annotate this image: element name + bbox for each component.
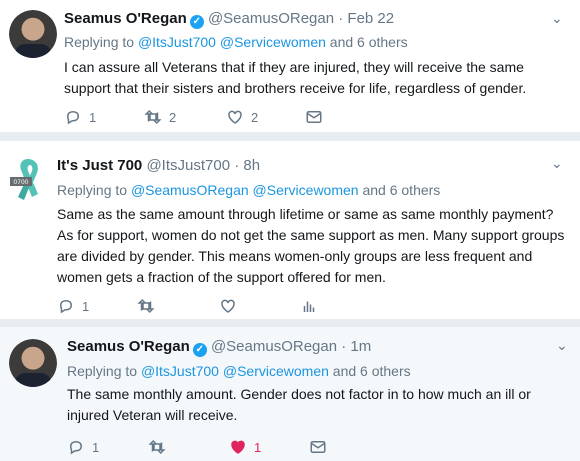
like-button[interactable]: 1 [229,437,261,457]
verified-badge-icon: ✓ [192,343,207,357]
author-name[interactable]: It's Just 700 [57,157,142,174]
mention-link[interactable]: @ItsJust700 [141,363,219,379]
ribbon-icon: 0700 [10,159,38,200]
retweet-icon [144,109,162,125]
author-handle[interactable]: @SeamusORegan · Feb 22 [208,10,394,27]
replying-to: Replying to @ItsJust700 @Servicewomen an… [64,34,408,50]
author-handle[interactable]: @ItsJust700 · 8h [146,157,260,174]
avatar[interactable] [9,10,57,58]
message-icon [306,111,322,123]
like-button[interactable]: 2 [226,107,258,127]
avatar[interactable] [9,339,57,387]
reply-count: 1 [82,298,90,314]
heart-icon [228,110,242,124]
analytics-button[interactable] [300,296,318,316]
author-name[interactable]: Seamus O'Regan [67,338,190,355]
reply-count: 1 [89,109,97,125]
mention-link[interactable]: @ItsJust700 [138,34,216,50]
tweet-header: It's Just 700 @ItsJust700 · 8h [57,157,260,174]
retweet-icon [148,439,166,455]
author-name[interactable]: Seamus O'Regan [64,10,187,27]
replying-to: Replying to @SeamusORegan @Servicewomen … [57,182,441,198]
mention-link[interactable]: @Servicewomen [253,182,359,198]
tweet-actions: 1 [57,296,357,316]
reply-count: 1 [92,439,100,455]
message-button[interactable] [305,107,323,127]
tweet-text: I can assure all Veterans that if they a… [64,59,527,96]
tweet-3[interactable]: Seamus O'Regan ✓ @SeamusORegan · 1m ⌄ Rep… [0,327,580,461]
retweet-button[interactable]: 2 [144,107,176,127]
tweet-1[interactable]: Seamus O'Regan ✓ @SeamusORegan · Feb 22 ⌄… [0,0,580,132]
ribbon-label: 0700 [13,179,28,186]
reply-button[interactable]: 1 [64,107,96,127]
reply-icon [66,110,80,125]
message-button[interactable] [309,437,327,457]
retweet-count: 2 [169,109,177,125]
tweet-header: Seamus O'Regan ✓ @SeamusORegan · 1m [67,338,371,357]
like-count: 1 [254,439,262,455]
tweet-actions: 1 2 2 [64,107,364,127]
author-handle[interactable]: @SeamusORegan · 1m [211,338,371,355]
message-icon [310,441,326,453]
retweet-button[interactable] [137,296,155,316]
mention-link[interactable]: @Servicewomen [220,34,326,50]
tweet-actions: 1 1 [67,437,367,457]
reply-icon [59,299,73,314]
analytics-icon [303,301,315,312]
tweet-header: Seamus O'Regan ✓ @SeamusORegan · Feb 22 [64,10,394,29]
mention-link[interactable]: @SeamusORegan [131,182,249,198]
retweet-button[interactable] [148,437,166,457]
mention-link[interactable]: @Servicewomen [223,363,329,379]
tweet-2[interactable]: 0700 It's Just 700 @ItsJust700 · 8h ⌄ Re… [0,141,580,319]
chevron-down-icon[interactable]: ⌄ [551,10,563,27]
retweet-icon [137,298,155,314]
like-button[interactable] [219,296,237,316]
reply-icon [69,440,83,455]
heart-icon [231,440,245,454]
reply-button[interactable]: 1 [67,437,99,457]
chevron-down-icon[interactable]: ⌄ [551,155,563,172]
tweet-text: Same as the same amount through lifetime… [57,206,565,285]
reply-button[interactable]: 1 [57,296,89,316]
avatar[interactable]: 0700 [4,155,52,203]
like-count: 2 [251,109,259,125]
replying-to: Replying to @ItsJust700 @Servicewomen an… [67,363,411,379]
chevron-down-icon[interactable]: ⌄ [556,337,568,354]
tweet-text: The same monthly amount. Gender does not… [67,386,531,423]
heart-icon [221,299,235,313]
verified-badge-icon: ✓ [189,15,204,29]
